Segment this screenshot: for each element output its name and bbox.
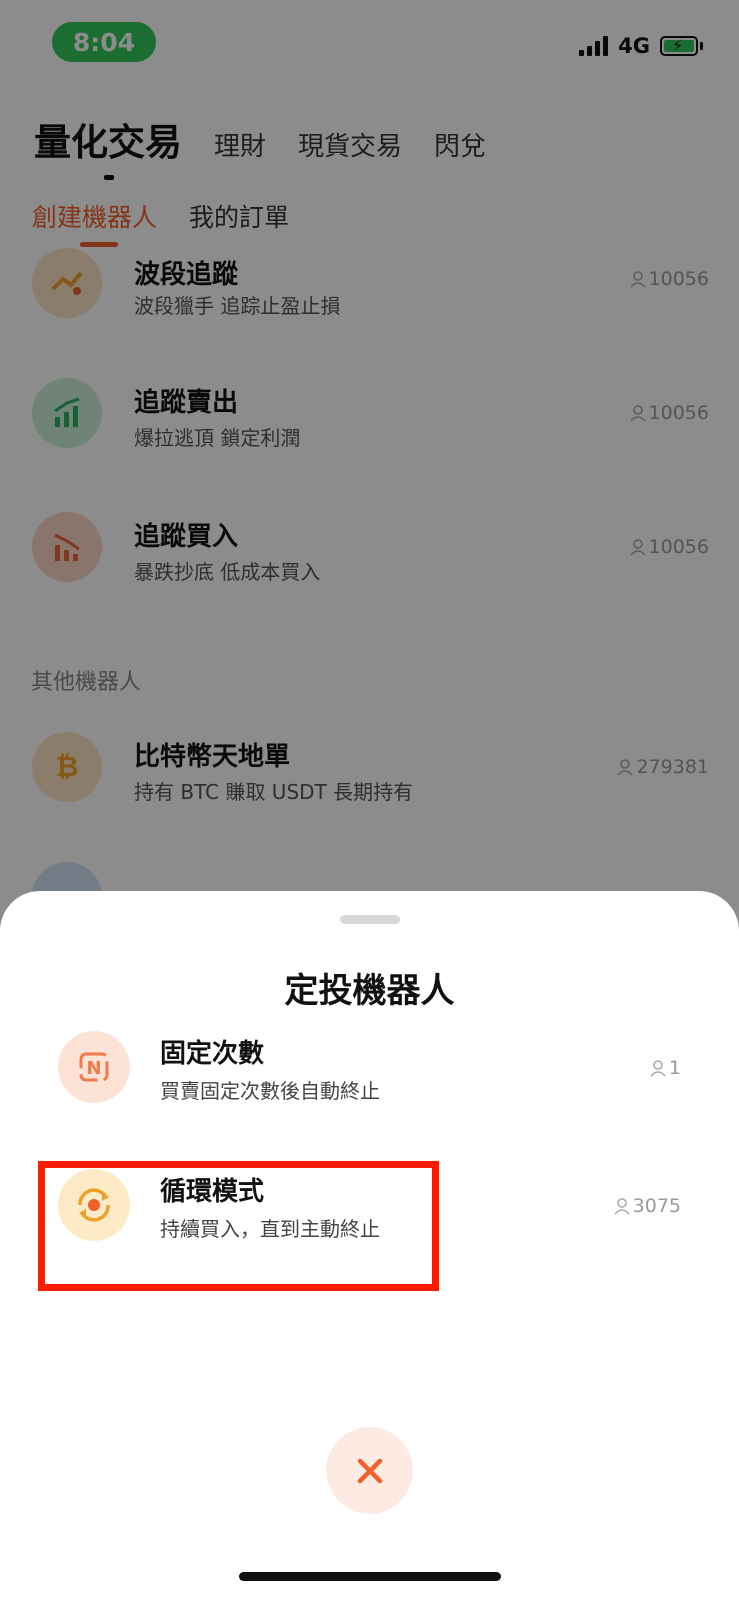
- close-button[interactable]: [326, 1427, 413, 1514]
- close-icon: [357, 1458, 382, 1483]
- user-count: 1: [649, 1057, 681, 1079]
- user-count: 3075: [613, 1195, 681, 1217]
- user-icon: [614, 1198, 630, 1215]
- option-desc: 買賣固定次數後自動終止: [160, 1079, 380, 1103]
- home-indicator[interactable]: [239, 1572, 501, 1581]
- user-icon: [650, 1060, 666, 1077]
- svg-text:N: N: [86, 1058, 101, 1079]
- bottom-sheet: 定投機器人 N 固定次數 買賣固定次數後自動終止 1 循環模式 持續買入，直到主…: [0, 891, 739, 1600]
- fixed-count-icon: N: [58, 1031, 130, 1103]
- option-fixed-count[interactable]: N 固定次數 買賣固定次數後自動終止 1: [0, 1029, 739, 1139]
- highlight-box: [38, 1161, 439, 1291]
- option-title: 固定次數: [160, 1039, 265, 1069]
- sheet-handle[interactable]: [340, 915, 400, 924]
- app-screen: 8:04 4G ⚡ 量化交易 理財 現貨交易 閃兌 創建機器人 我的訂單 波段追…: [0, 0, 739, 1600]
- sheet-title: 定投機器人: [284, 971, 455, 1011]
